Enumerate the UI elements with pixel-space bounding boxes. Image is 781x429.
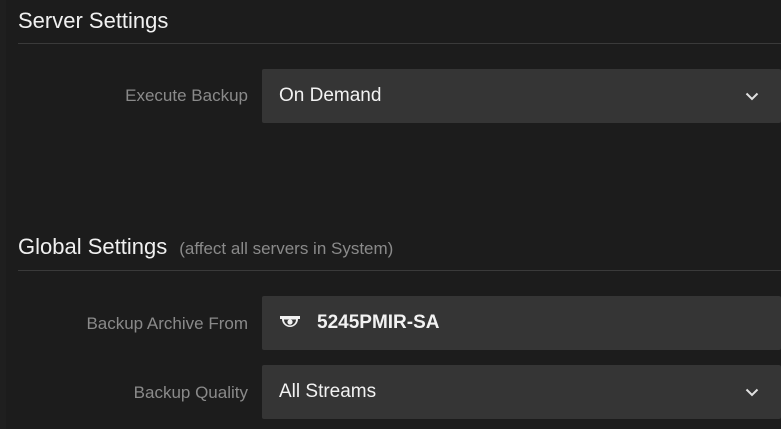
- backup-quality-value: All Streams: [279, 381, 377, 402]
- chevron-down-icon: [745, 385, 759, 399]
- left-edge-bar: [0, 0, 6, 429]
- backup-archive-from-field[interactable]: 5245PMIR-SA: [262, 296, 781, 350]
- camera-icon: [279, 312, 301, 334]
- backup-archive-from-label: Backup Archive From: [86, 314, 248, 333]
- execute-backup-value: On Demand: [279, 85, 382, 106]
- server-settings-heading: Server Settings: [18, 8, 168, 34]
- global-settings-subtitle: (affect all servers in System): [179, 239, 394, 258]
- backup-quality-label: Backup Quality: [133, 383, 248, 402]
- execute-backup-dropdown[interactable]: On Demand: [262, 69, 781, 123]
- server-settings-divider: [18, 43, 781, 44]
- backup-quality-dropdown[interactable]: All Streams: [262, 365, 781, 419]
- chevron-down-icon: [745, 89, 759, 103]
- execute-backup-label: Execute Backup: [125, 86, 248, 105]
- global-settings-heading: Global Settings (affect all servers in Sy…: [18, 234, 393, 260]
- global-settings-title: Global Settings: [18, 234, 168, 259]
- global-settings-divider: [18, 270, 781, 271]
- backup-archive-from-value: 5245PMIR-SA: [317, 312, 440, 333]
- settings-panel: Server Settings Execute Backup On Demand…: [0, 0, 781, 429]
- server-settings-title: Server Settings: [18, 8, 169, 33]
